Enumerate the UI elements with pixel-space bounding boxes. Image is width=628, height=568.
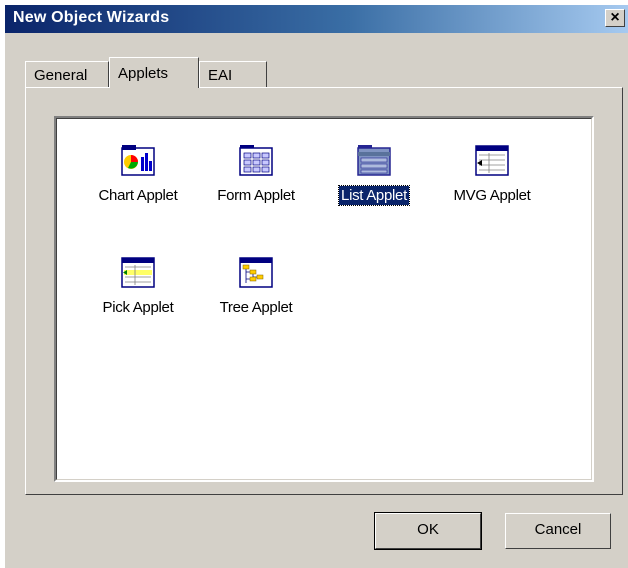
- mvg-applet-icon: [475, 143, 509, 177]
- tab-general-label: General: [34, 67, 88, 84]
- list-item-mvg-applet[interactable]: MVG Applet: [433, 143, 551, 235]
- list-applet-icon: [357, 143, 391, 177]
- cancel-button[interactable]: Cancel: [505, 513, 611, 549]
- chart-applet-icon: [121, 143, 155, 177]
- item-label: Tree Applet: [219, 299, 293, 316]
- applet-wizard-list[interactable]: Chart Applet Form Applet List Applet MVG…: [54, 116, 594, 482]
- tab-applets-label: Applets: [118, 65, 169, 82]
- item-label: Pick Applet: [102, 299, 174, 316]
- list-item-list-applet[interactable]: List Applet: [315, 143, 433, 235]
- list-item-chart-applet[interactable]: Chart Applet: [79, 143, 197, 235]
- tab-general[interactable]: General: [25, 61, 109, 87]
- list-item-pick-applet[interactable]: Pick Applet: [79, 255, 197, 347]
- tab-eai[interactable]: EAI: [199, 61, 267, 87]
- new-object-wizards-dialog: New Object Wizards × General Applets EAI: [4, 4, 628, 568]
- tree-applet-icon: [239, 255, 273, 289]
- item-label: List Applet: [338, 185, 410, 206]
- pick-applet-icon: [121, 255, 155, 289]
- item-label: Chart Applet: [98, 187, 178, 204]
- window-title: New Object Wizards: [13, 9, 170, 26]
- close-icon: ×: [610, 9, 620, 26]
- ok-button[interactable]: OK: [374, 512, 482, 550]
- close-button[interactable]: ×: [605, 9, 625, 27]
- tab-applets[interactable]: Applets: [109, 57, 199, 88]
- list-item-tree-applet[interactable]: Tree Applet: [197, 255, 315, 347]
- tab-panel-applets: Chart Applet Form Applet List Applet MVG…: [25, 87, 623, 495]
- title-bar[interactable]: New Object Wizards ×: [5, 5, 628, 33]
- item-label: MVG Applet: [453, 187, 531, 204]
- tab-eai-label: EAI: [208, 67, 233, 84]
- item-label: Form Applet: [217, 187, 295, 204]
- list-item-form-applet[interactable]: Form Applet: [197, 143, 315, 235]
- form-applet-icon: [239, 143, 273, 177]
